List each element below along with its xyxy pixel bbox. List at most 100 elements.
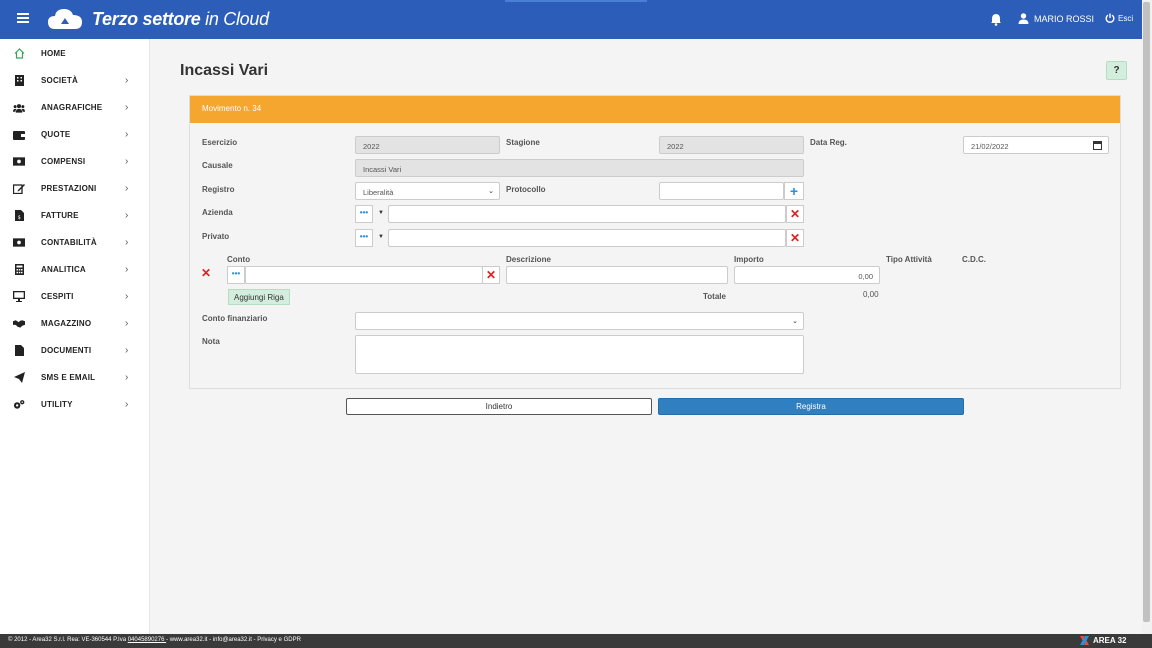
chevron-down-icon: ⌄ bbox=[792, 318, 798, 325]
money-icon bbox=[13, 156, 25, 168]
data-reg-field[interactable]: 21/02/2022 bbox=[963, 136, 1109, 154]
cogs-icon bbox=[13, 399, 25, 411]
chevron-right-icon: › bbox=[125, 129, 129, 140]
nota-textarea[interactable] bbox=[355, 335, 804, 374]
chevron-right-icon: › bbox=[125, 345, 129, 356]
sidebar-item-societa[interactable]: SOCIETÀ › bbox=[0, 67, 150, 94]
area32-logo-icon bbox=[1080, 636, 1089, 645]
bell-icon[interactable] bbox=[990, 13, 1002, 26]
descrizione-input[interactable] bbox=[506, 266, 728, 284]
sidebar-item-anagrafiche[interactable]: ANAGRAFICHE › bbox=[0, 94, 150, 121]
azienda-lookup-button[interactable]: ••• bbox=[355, 205, 373, 223]
sidebar-item-cespiti[interactable]: CESPITI › bbox=[0, 283, 150, 310]
panel-header: Movimento n. 34 bbox=[190, 96, 1120, 123]
logout-label: Esci bbox=[1118, 13, 1134, 23]
azienda-input[interactable] bbox=[388, 205, 786, 223]
sidebar-item-sms-email[interactable]: SMS E EMAIL › bbox=[0, 364, 150, 391]
privato-dropdown-caret-icon[interactable]: ▼ bbox=[378, 234, 384, 240]
app-title: Terzo settore in Cloud bbox=[92, 9, 269, 29]
home-icon bbox=[13, 48, 25, 60]
conto-label: Conto bbox=[227, 255, 251, 264]
chevron-right-icon: › bbox=[125, 183, 129, 194]
back-button[interactable]: Indietro bbox=[346, 398, 652, 415]
user-name: MARIO ROSSI bbox=[1034, 13, 1095, 24]
edit-icon bbox=[13, 183, 25, 195]
registro-select[interactable]: Liberalità ⌄ bbox=[355, 182, 500, 200]
stagione-field: 2022 bbox=[659, 136, 804, 154]
registro-label: Registro bbox=[202, 185, 235, 194]
money-bill-icon bbox=[13, 237, 25, 249]
sidebar-item-contabilita[interactable]: CONTABILITÀ › bbox=[0, 229, 150, 256]
totale-label: Totale bbox=[703, 292, 726, 301]
sidebar-item-analitica[interactable]: ANALITICA › bbox=[0, 256, 150, 283]
chevron-right-icon: › bbox=[125, 156, 129, 167]
chevron-right-icon: › bbox=[125, 210, 129, 221]
chevron-down-icon: ⌄ bbox=[488, 188, 494, 195]
page-scrollbar[interactable] bbox=[1142, 0, 1152, 634]
send-icon bbox=[13, 372, 25, 384]
privato-clear-button[interactable]: ✕ bbox=[786, 229, 804, 247]
stagione-label: Stagione bbox=[506, 138, 540, 147]
users-icon bbox=[13, 102, 25, 114]
conto-lookup-button[interactable]: ••• bbox=[227, 266, 245, 284]
svg-text:$: $ bbox=[17, 215, 20, 221]
add-protocollo-button[interactable]: + bbox=[784, 182, 804, 200]
logout-button[interactable]: Esci bbox=[1105, 13, 1133, 23]
area32-logo: AREA 32 bbox=[1080, 636, 1127, 645]
chevron-right-icon: › bbox=[125, 291, 129, 302]
chevron-right-icon: › bbox=[125, 372, 129, 383]
importo-input[interactable]: 0,00 bbox=[734, 266, 880, 284]
footer-text: © 2012 - Area32 S.r.l. Rea: VE-360544 P.… bbox=[8, 637, 301, 643]
calculator-icon bbox=[13, 264, 25, 276]
importo-label: Importo bbox=[734, 255, 764, 264]
sidebar-item-quote[interactable]: QUOTE › bbox=[0, 121, 150, 148]
sidebar-item-fatture[interactable]: $ FATTURE › bbox=[0, 202, 150, 229]
protocollo-input[interactable] bbox=[659, 182, 784, 200]
azienda-clear-button[interactable]: ✕ bbox=[786, 205, 804, 223]
sidebar-item-home[interactable]: HOME bbox=[0, 40, 150, 67]
scrollbar-thumb[interactable] bbox=[1143, 2, 1150, 622]
power-icon bbox=[1105, 13, 1115, 23]
sidebar-item-prestazioni[interactable]: PRESTAZIONI › bbox=[0, 175, 150, 202]
chevron-right-icon: › bbox=[125, 237, 129, 248]
menu-icon[interactable] bbox=[17, 13, 29, 23]
azienda-dropdown-caret-icon[interactable]: ▼ bbox=[378, 210, 384, 216]
descrizione-label: Descrizione bbox=[506, 255, 551, 264]
causale-field: Incassi Vari bbox=[355, 159, 804, 177]
protocollo-label: Protocollo bbox=[506, 185, 546, 194]
cdc-label: C.D.C. bbox=[962, 255, 986, 264]
data-reg-label: Data Reg. bbox=[810, 138, 847, 147]
movement-panel: Movimento n. 34 Esercizio 2022 Stagione … bbox=[189, 95, 1121, 389]
conto-input[interactable] bbox=[245, 266, 483, 284]
vat-link[interactable]: 04045890276 bbox=[128, 637, 166, 643]
conto-clear-button[interactable]: ✕ bbox=[482, 266, 500, 284]
wallet-icon bbox=[13, 129, 25, 141]
registro-value: Liberalità bbox=[363, 188, 394, 197]
sidebar-item-compensi[interactable]: COMPENSI › bbox=[0, 148, 150, 175]
chevron-right-icon: › bbox=[125, 318, 129, 329]
cloud-logo-icon bbox=[48, 9, 82, 29]
add-row-button[interactable]: Aggiungi Riga bbox=[228, 289, 290, 305]
chevron-right-icon: › bbox=[125, 399, 129, 410]
esercizio-field: 2022 bbox=[355, 136, 500, 154]
footer: © 2012 - Area32 S.r.l. Rea: VE-360544 P.… bbox=[0, 634, 1152, 648]
invoice-icon: $ bbox=[13, 210, 25, 222]
privato-input[interactable] bbox=[388, 229, 786, 247]
calendar-icon[interactable] bbox=[1093, 141, 1102, 150]
document-icon bbox=[13, 345, 25, 357]
help-button[interactable]: ? bbox=[1106, 61, 1127, 80]
sidebar-item-utility[interactable]: UTILITY › bbox=[0, 391, 150, 418]
save-button[interactable]: Registra bbox=[658, 398, 964, 415]
privato-lookup-button[interactable]: ••• bbox=[355, 229, 373, 247]
sidebar-item-documenti[interactable]: DOCUMENTI › bbox=[0, 337, 150, 364]
conto-finanziario-select[interactable]: ⌄ bbox=[355, 312, 804, 330]
user-menu[interactable]: MARIO ROSSI bbox=[1018, 13, 1094, 24]
sidebar-item-magazzino[interactable]: MAGAZZINO › bbox=[0, 310, 150, 337]
azienda-label: Azienda bbox=[202, 208, 233, 217]
delete-row-button[interactable]: ✕ bbox=[201, 266, 211, 280]
main-content: Incassi Vari ? Movimento n. 34 Esercizio… bbox=[150, 39, 1142, 634]
data-reg-value: 21/02/2022 bbox=[971, 142, 1009, 151]
privato-label: Privato bbox=[202, 232, 230, 241]
handshake-icon bbox=[13, 318, 25, 330]
building-icon bbox=[13, 75, 25, 87]
